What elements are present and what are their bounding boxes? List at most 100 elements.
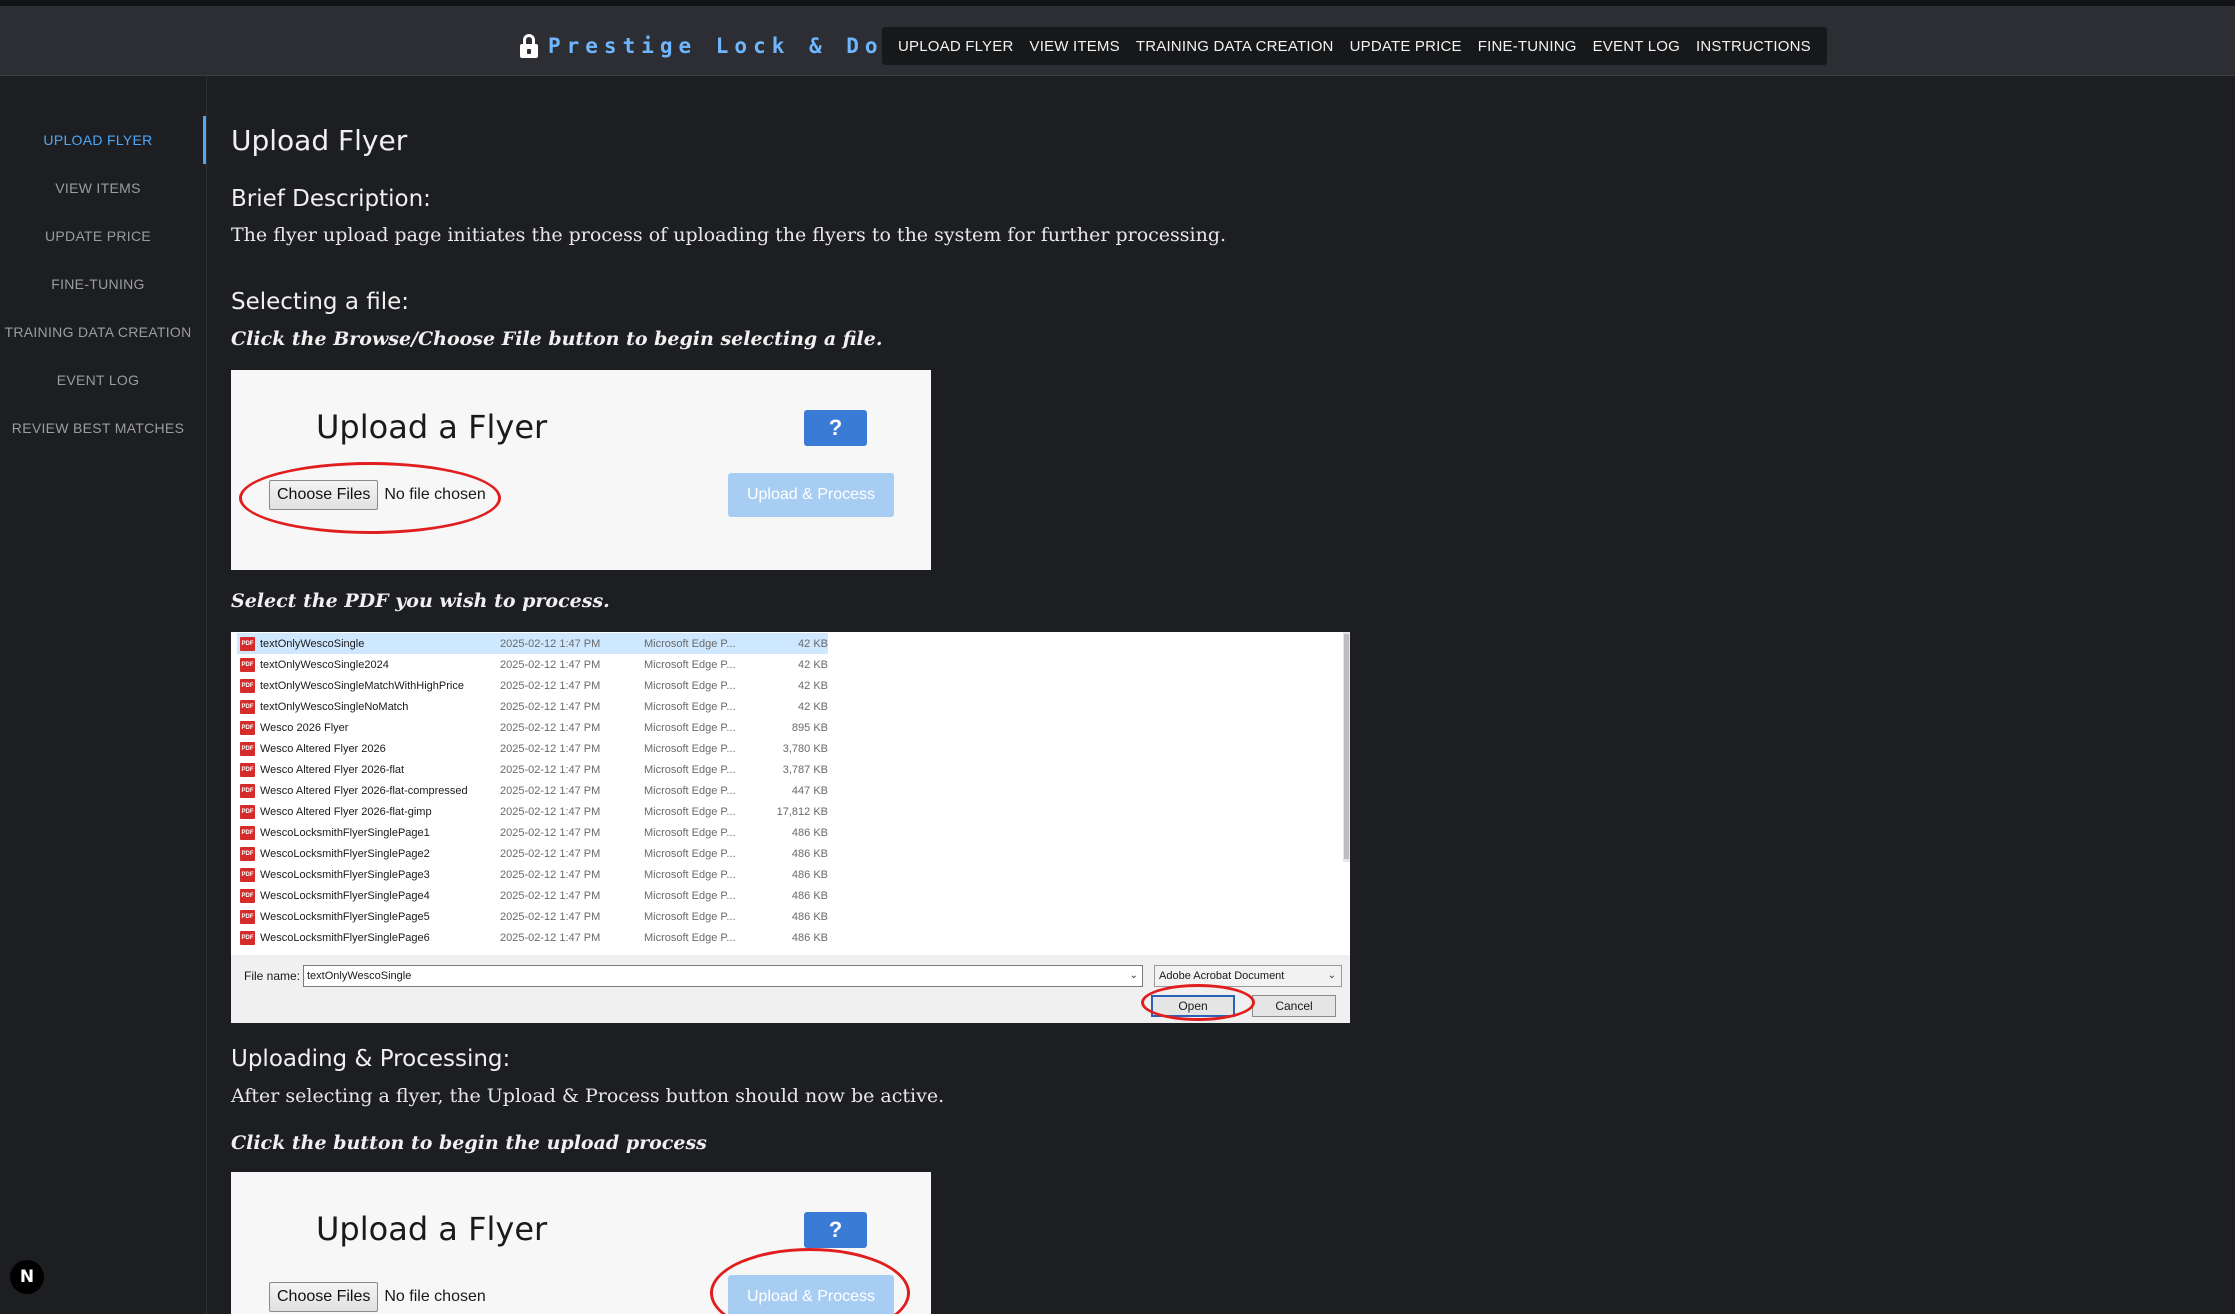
card-title: Upload a Flyer bbox=[316, 1210, 548, 1248]
upload-instruction: Click the button to begin the upload pro… bbox=[231, 1132, 707, 1154]
select-pdf-instruction: Select the PDF you wish to process. bbox=[231, 590, 610, 612]
file-name: textOnlyWescoSingle2024 bbox=[260, 658, 389, 671]
sidebar-item-training-data-creation[interactable]: TRAINING DATA CREATION bbox=[0, 324, 196, 340]
file-size: 42 KB bbox=[798, 700, 828, 713]
lock-icon bbox=[520, 34, 538, 58]
file-size: 486 KB bbox=[791, 931, 828, 944]
file-date: 2025-02-12 1:47 PM bbox=[500, 910, 601, 923]
highlight-ring bbox=[239, 462, 501, 534]
dev-badge-icon[interactable]: N bbox=[10, 1260, 44, 1294]
file-name: WescoLocksmithFlyerSinglePage1 bbox=[260, 826, 430, 839]
file-size: 17,812 KB bbox=[776, 805, 828, 818]
pdf-file-icon: PDF bbox=[240, 846, 255, 861]
file-date: 2025-02-12 1:47 PM bbox=[500, 805, 601, 818]
nav-view-items[interactable]: VIEW ITEMS bbox=[1022, 38, 1128, 55]
file-name: textOnlyWescoSingleNoMatch bbox=[260, 700, 409, 713]
file-type: Microsoft Edge P... bbox=[644, 721, 736, 734]
file-name: WescoLocksmithFlyerSinglePage5 bbox=[260, 910, 430, 923]
sidebar-active-marker bbox=[203, 116, 206, 164]
file-type: Microsoft Edge P... bbox=[644, 805, 736, 818]
file-type: Microsoft Edge P... bbox=[644, 637, 736, 650]
file-row: PDF Wesco Altered Flyer 2026-flat-compres… bbox=[237, 780, 828, 801]
file-size: 42 KB bbox=[798, 637, 828, 650]
sidebar-item-event-log[interactable]: EVENT LOG bbox=[0, 372, 196, 388]
brief-description-heading: Brief Description: bbox=[231, 186, 431, 212]
pdf-file-icon: PDF bbox=[240, 636, 255, 651]
highlight-ring bbox=[1141, 984, 1255, 1021]
nav-update-price[interactable]: UPDATE PRICE bbox=[1342, 38, 1470, 55]
file-type: Microsoft Edge P... bbox=[644, 658, 736, 671]
file-row: PDF Wesco Altered Flyer 2026-flat-gimp 202… bbox=[237, 801, 828, 822]
file-date: 2025-02-12 1:47 PM bbox=[500, 826, 601, 839]
brand-title: Prestige Lock & Door bbox=[548, 34, 921, 58]
file-row: PDF textOnlyWescoSingle2024 2025-02-12 1:4… bbox=[237, 654, 828, 675]
file-date: 2025-02-12 1:47 PM bbox=[500, 847, 601, 860]
sidebar-item-view-items[interactable]: VIEW ITEMS bbox=[0, 180, 196, 196]
top-nav-menu: UPLOAD FLYER VIEW ITEMS TRAINING DATA CR… bbox=[882, 27, 1827, 65]
file-name-label: File name: bbox=[244, 969, 301, 983]
brand[interactable]: Prestige Lock & Door bbox=[520, 26, 921, 66]
file-date: 2025-02-12 1:47 PM bbox=[500, 721, 601, 734]
file-type: Microsoft Edge P... bbox=[644, 847, 736, 860]
file-type: Microsoft Edge P... bbox=[644, 763, 736, 776]
file-size: 486 KB bbox=[791, 847, 828, 860]
file-row: PDF WescoLocksmithFlyerSinglePage4 2025-02… bbox=[237, 885, 828, 906]
nav-fine-tuning[interactable]: FINE-TUNING bbox=[1470, 38, 1585, 55]
file-size: 42 KB bbox=[798, 679, 828, 692]
file-date: 2025-02-12 1:47 PM bbox=[500, 742, 601, 755]
pdf-file-icon: PDF bbox=[240, 678, 255, 693]
pdf-file-icon: PDF bbox=[240, 657, 255, 672]
pdf-file-icon: PDF bbox=[240, 909, 255, 924]
file-type: Microsoft Edge P... bbox=[644, 679, 736, 692]
pdf-file-icon: PDF bbox=[240, 720, 255, 735]
file-name: Wesco Altered Flyer 2026-flat-gimp bbox=[260, 805, 432, 818]
file-size: 447 KB bbox=[791, 784, 828, 797]
sidebar-item-review-best-matches[interactable]: REVIEW BEST MATCHES bbox=[0, 420, 196, 436]
pdf-file-icon: PDF bbox=[240, 783, 255, 798]
page-title: Upload Flyer bbox=[231, 124, 408, 157]
file-date: 2025-02-12 1:47 PM bbox=[500, 889, 601, 902]
uploading-processing-heading: Uploading & Processing: bbox=[231, 1046, 511, 1072]
uploading-processing-text: After selecting a flyer, the Upload & Pr… bbox=[231, 1085, 945, 1107]
file-type: Microsoft Edge P... bbox=[644, 910, 736, 923]
nav-instructions[interactable]: INSTRUCTIONS bbox=[1688, 38, 1819, 55]
pdf-file-icon: PDF bbox=[240, 930, 255, 945]
file-name: textOnlyWescoSingle bbox=[260, 637, 365, 650]
sidebar-item-upload-flyer[interactable]: UPLOAD FLYER bbox=[0, 132, 196, 148]
choose-files-button: Choose Files bbox=[269, 1282, 379, 1312]
file-name: WescoLocksmithFlyerSinglePage4 bbox=[260, 889, 430, 902]
file-date: 2025-02-12 1:47 PM bbox=[500, 679, 601, 692]
cancel-button: Cancel bbox=[1252, 995, 1336, 1017]
brief-description-text: The flyer upload page initiates the proc… bbox=[231, 224, 1227, 246]
file-type: Microsoft Edge P... bbox=[644, 931, 736, 944]
file-type: Microsoft Edge P... bbox=[644, 700, 736, 713]
pdf-file-icon: PDF bbox=[240, 825, 255, 840]
file-date: 2025-02-12 1:47 PM bbox=[500, 868, 601, 881]
sidebar-divider bbox=[206, 76, 207, 1314]
pdf-file-icon: PDF bbox=[240, 699, 255, 714]
file-name: WescoLocksmithFlyerSinglePage6 bbox=[260, 931, 430, 944]
file-size: 486 KB bbox=[791, 889, 828, 902]
file-name: Wesco Altered Flyer 2026-flat-compressed bbox=[260, 784, 468, 797]
file-row: PDF WescoLocksmithFlyerSinglePage6 2025-02… bbox=[237, 927, 828, 948]
sidebar-item-fine-tuning[interactable]: FINE-TUNING bbox=[0, 276, 196, 292]
sidebar-item-update-price[interactable]: UPDATE PRICE bbox=[0, 228, 196, 244]
nav-upload-flyer[interactable]: UPLOAD FLYER bbox=[890, 38, 1022, 55]
pdf-file-icon: PDF bbox=[240, 867, 255, 882]
file-input: Choose Files No file chosen bbox=[269, 1282, 486, 1312]
file-row: PDF textOnlyWescoSingle 2025-02-12 1:47 PM… bbox=[237, 633, 828, 654]
nav-training-data-creation[interactable]: TRAINING DATA CREATION bbox=[1128, 38, 1342, 55]
file-date: 2025-02-12 1:47 PM bbox=[500, 637, 601, 650]
nav-event-log[interactable]: EVENT LOG bbox=[1585, 38, 1688, 55]
file-row: PDF WescoLocksmithFlyerSinglePage2 2025-02… bbox=[237, 843, 828, 864]
file-row: PDF WescoLocksmithFlyerSinglePage1 2025-02… bbox=[237, 822, 828, 843]
pdf-file-icon: PDF bbox=[240, 804, 255, 819]
top-navbar: Prestige Lock & Door UPLOAD FLYER VIEW I… bbox=[0, 6, 2235, 76]
chevron-down-icon: ⌄ bbox=[1327, 970, 1336, 981]
file-type: Microsoft Edge P... bbox=[644, 868, 736, 881]
file-date: 2025-02-12 1:47 PM bbox=[500, 700, 601, 713]
file-name: Wesco Altered Flyer 2026-flat bbox=[260, 763, 405, 776]
file-size: 3,787 KB bbox=[782, 763, 828, 776]
file-size: 42 KB bbox=[798, 658, 828, 671]
file-name: WescoLocksmithFlyerSinglePage2 bbox=[260, 847, 430, 860]
